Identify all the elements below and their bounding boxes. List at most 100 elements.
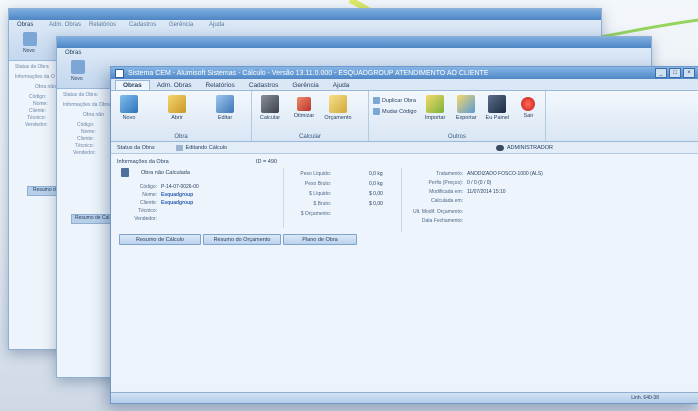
- open-icon: [168, 95, 186, 113]
- budget-label: Orçamento: [324, 115, 352, 121]
- obra-id: ID = 490: [256, 159, 277, 165]
- info-title: Informações da Obra: [117, 159, 169, 165]
- bg1-label-vendedor: Vendedor:: [25, 122, 48, 128]
- ribbon-group-obra: Novo Abrir Editar Obra: [111, 91, 252, 141]
- peso-bruto: Peso Bruto: 0,0 kg: [283, 181, 383, 187]
- tab-obras[interactable]: Obras: [115, 80, 150, 90]
- field-nome: Nome: Esquadgroup: [123, 192, 193, 198]
- edit-icon: [216, 95, 234, 113]
- export-button[interactable]: Exportar: [454, 95, 479, 121]
- exit-button[interactable]: Sair: [516, 95, 541, 119]
- status-value: Editando Cálculo: [185, 144, 228, 151]
- bg2-label-codigo: Código:: [77, 122, 95, 128]
- meta-fechamento: Data Fechamento:: [403, 218, 467, 224]
- new-icon: [120, 95, 138, 113]
- calculate-button[interactable]: Calcular: [256, 95, 284, 121]
- peso-label: Peso Bruto:: [304, 181, 331, 187]
- bg2-label-obra: Obra não: [83, 112, 104, 118]
- footer-bar: Linh. 640-38: [111, 392, 698, 403]
- peso-value: $ 0,00: [369, 191, 383, 197]
- meta-label: Perfis (Preços):: [428, 180, 463, 186]
- bg1-menu-2: Relatórios: [89, 22, 117, 28]
- meta-label: Tratamento:: [436, 171, 463, 177]
- panel-button[interactable]: Eu Painel: [485, 95, 510, 121]
- tab-cadastros[interactable]: Cadastros: [242, 81, 286, 90]
- edit-status-icon: [175, 144, 183, 151]
- power-icon: [521, 97, 536, 111]
- peso-label: $ Orçamento:: [300, 211, 331, 217]
- meta-value: 0 / 0 (0 / 0): [467, 180, 492, 186]
- bg2-label-info: Informações da Obra: [63, 102, 110, 108]
- meta-modificada: Modificada em: 11/07/2014 15:10: [403, 189, 505, 195]
- change-code-label: Mudar Código: [382, 108, 417, 115]
- obra-info-panel: Informações da Obra ID = 490 Obra não Ca…: [111, 154, 698, 384]
- field-cliente: Cliente: Esquadgroup: [123, 200, 193, 206]
- bg1-menu-3: Cadastros: [129, 22, 157, 28]
- bg1-label-obra: Obra não: [35, 84, 56, 90]
- ribbon-group-outros: Duplicar Obra Mudar Código Importar Expo…: [369, 91, 546, 141]
- bg1-label-tecnico: Técnico:: [27, 115, 46, 121]
- bg1-label-info: Informações da O: [15, 74, 55, 80]
- title-bar: Sistema CEM - Alumisoft Sistemas - Cálcu…: [111, 67, 698, 79]
- plano-obra-button[interactable]: Plano de Obra: [283, 234, 357, 245]
- tab-relatorios[interactable]: Relatórios: [198, 81, 241, 90]
- bg1-menu-5: Ajuda: [209, 22, 225, 28]
- obra-status: Obra não Calculada: [141, 170, 190, 176]
- meta-tratamento: Tratamento: ANODIZADO FOSCO-1000 (ALS): [403, 171, 543, 177]
- resumo-orcamento-button[interactable]: Resumo do Orçamento: [203, 234, 281, 245]
- meta-label: Data Fechamento:: [421, 218, 463, 224]
- bg2-label-tecnico: Técnico:: [75, 143, 94, 149]
- bg2-label-cliente: Cliente:: [77, 136, 94, 142]
- tab-gerencia[interactable]: Gerência: [285, 81, 325, 90]
- field-label: Nome:: [142, 192, 157, 198]
- bg1-label-status: Status da Obra: [15, 64, 49, 70]
- menu-tabs: Obras Adm. Obras Relatórios Cadastros Ge…: [111, 79, 698, 91]
- field-vendedor: Vendedor:: [123, 216, 161, 222]
- duplicate-button[interactable]: Duplicar Obra: [373, 97, 417, 104]
- tab-adm-obras[interactable]: Adm. Obras: [150, 81, 199, 90]
- duplicate-label: Duplicar Obra: [382, 97, 416, 104]
- field-value[interactable]: Esquadgroup: [161, 192, 193, 198]
- bg2-label-nome: Nome:: [81, 129, 96, 135]
- budget-button[interactable]: Orçamento: [324, 95, 352, 121]
- calculate-label: Calcular: [259, 115, 281, 121]
- optimize-icon: [297, 97, 311, 111]
- bg2-label-status: Status da Obra:: [63, 92, 99, 98]
- maximize-button[interactable]: □: [669, 68, 681, 78]
- duplicate-icon: [373, 97, 380, 104]
- budget-icon: [329, 95, 347, 113]
- edit-button[interactable]: Editar: [211, 95, 239, 121]
- bg1-resumo-label: Resumo do: [33, 187, 59, 193]
- close-button[interactable]: ×: [683, 68, 695, 78]
- group-label-obra: Obra: [174, 134, 188, 140]
- field-value[interactable]: Esquadgroup: [161, 200, 193, 206]
- bg1-new-label: Novo: [23, 48, 35, 54]
- valor-bruto: $ Bruto: $ 0,00: [283, 201, 382, 207]
- peso-label: $ Bruto:: [313, 201, 331, 207]
- change-code-button[interactable]: Mudar Código: [373, 108, 417, 115]
- minimize-button[interactable]: _: [655, 68, 667, 78]
- peso-value: 0,0 kg: [369, 181, 383, 187]
- divider: [283, 168, 284, 228]
- valor-liquido: $ Líquido: $ 0,00: [283, 191, 383, 197]
- field-label: Técnico:: [138, 208, 157, 214]
- group-label-calcular: Calcular: [298, 134, 321, 140]
- new-button[interactable]: Novo: [115, 95, 143, 121]
- resumo-calculo-button[interactable]: Resumo de Cálculo: [119, 234, 201, 245]
- bg1-new-icon: [23, 32, 37, 46]
- import-button[interactable]: Importar: [423, 95, 448, 121]
- calculator-icon: [261, 95, 279, 113]
- change-code-icon: [373, 108, 380, 115]
- bg1-label-nome: Nome:: [33, 101, 48, 107]
- tab-ajuda[interactable]: Ajuda: [326, 81, 357, 90]
- meta-label: Calculada em:: [431, 198, 463, 204]
- optimize-button[interactable]: Otimizar: [290, 95, 318, 119]
- meta-label: Modificada em:: [429, 189, 463, 195]
- meta-calculada: Calculada em:: [403, 198, 467, 204]
- divider: [401, 168, 402, 232]
- bg2-tab: Obras: [65, 50, 82, 56]
- open-button[interactable]: Abrir: [163, 95, 191, 121]
- exit-label: Sair: [523, 113, 534, 119]
- peso-liquido: Peso Líquido: 0,0 kg: [283, 171, 382, 177]
- field-codigo: Código: P-14-07-0026-00: [123, 184, 199, 190]
